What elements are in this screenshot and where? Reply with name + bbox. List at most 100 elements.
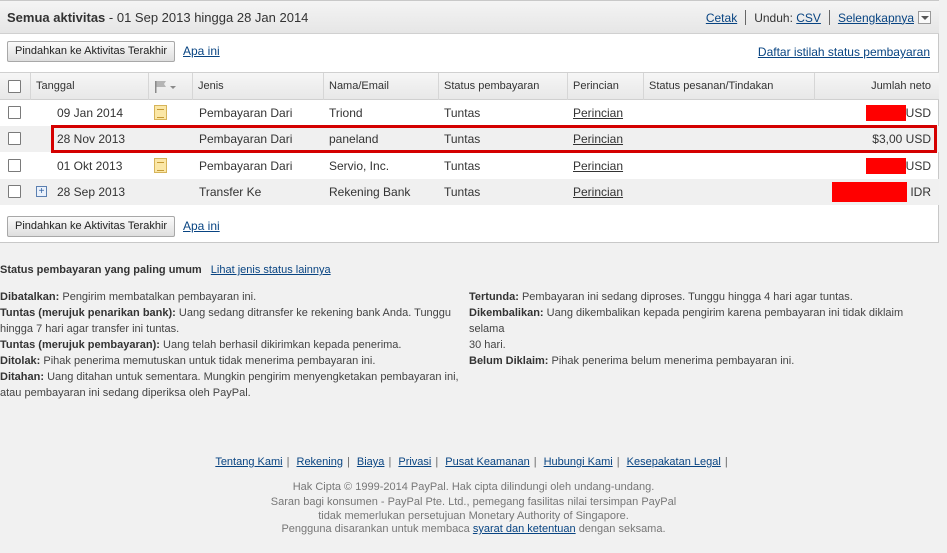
col-flag[interactable] <box>148 73 192 100</box>
row-status: Tuntas <box>444 106 481 120</box>
highlight-box <box>51 125 937 153</box>
redacted-amount <box>832 182 907 202</box>
status-term: Tuntas (merujuk penarikan bank): <box>0 307 176 319</box>
date-range: - 01 Sep 2013 hingga 28 Jan 2014 <box>108 10 309 25</box>
col-date[interactable]: Tanggal <box>30 73 148 100</box>
title-text: Semua aktivitas <box>7 10 106 25</box>
row-type: Transfer Ke <box>199 185 262 199</box>
notice-text: dengan seksama. <box>578 523 666 535</box>
status-term: Ditahan: <box>0 371 44 383</box>
row-date: 01 Okt 2013 <box>57 159 123 173</box>
status-heading: Status pembayaran yang paling umum Lihat… <box>0 264 331 276</box>
status-item: Ditahan: Uang ditahan untuk sementara. M… <box>0 369 460 401</box>
redacted-amount <box>866 158 906 174</box>
status-desc: Uang ditahan untuk sementara. Mungkin pe… <box>47 371 459 383</box>
status-desc: Pembayaran ini sedang diproses. Tunggu h… <box>521 291 853 303</box>
footer-link-contact[interactable]: Hubungi Kami <box>544 456 613 468</box>
divider: | <box>435 456 439 468</box>
footer-link-about[interactable]: Tentang Kami <box>215 456 282 468</box>
note-icon[interactable] <box>154 158 167 173</box>
status-desc: hingga 7 hari agar transfer ini tuntas. <box>0 323 180 335</box>
col-details[interactable]: Perincian <box>567 73 643 100</box>
expand-icon[interactable]: + <box>36 186 47 197</box>
divider: | <box>533 456 537 468</box>
move-to-recent-button-top[interactable]: Pindahkan ke Aktivitas Terakhir <box>7 41 176 62</box>
whats-this-link-top[interactable]: Apa ini <box>183 44 220 58</box>
row-name: Triond <box>329 106 363 120</box>
footer-link-legal[interactable]: Kesepakatan Legal <box>627 456 721 468</box>
row-details-link[interactable]: Perincian <box>573 159 623 173</box>
status-item: Tuntas (merujuk pembayaran): Uang telah … <box>0 337 460 353</box>
redacted-amount <box>866 105 906 121</box>
status-item: Dibatalkan: Pengirim membatalkan pembaya… <box>0 289 460 305</box>
row-checkbox[interactable] <box>8 132 21 145</box>
flag-icon <box>155 81 176 93</box>
details-link[interactable]: Selengkapnya <box>838 11 914 25</box>
row-type: Pembayaran Dari <box>199 106 293 120</box>
row-checkbox[interactable] <box>8 106 21 119</box>
csv-link[interactable]: CSV <box>796 11 821 25</box>
status-item: Tertunda: Pembayaran ini sedang diproses… <box>469 289 939 305</box>
status-term: Tuntas (merujuk pembayaran): <box>0 339 160 351</box>
notice-text: Pengguna disarankan untuk membaca <box>281 523 470 535</box>
row-checkbox[interactable] <box>8 185 21 198</box>
move-to-recent-button-bottom[interactable]: Pindahkan ke Aktivitas Terakhir <box>7 216 176 237</box>
page-title: Semua aktivitas - 01 Sep 2013 hingga 28 … <box>7 10 308 25</box>
footer-link-security[interactable]: Pusat Keamanan <box>445 456 529 468</box>
row-details-link[interactable]: Perincian <box>573 185 623 199</box>
table-row[interactable]: 09 Jan 2014 Pembayaran Dari Triond Tunta… <box>0 100 939 126</box>
row-status: Tuntas <box>444 185 481 199</box>
row-checkbox[interactable] <box>8 159 21 172</box>
consumer-notice-3: Pengguna disarankan untuk membaca syarat… <box>0 523 947 535</box>
divider: | <box>286 456 290 468</box>
status-left-column: Dibatalkan: Pengirim membatalkan pembaya… <box>0 289 460 401</box>
status-item: Dikembalikan: Uang dikembalikan kepada p… <box>469 305 939 353</box>
footer-link-privacy[interactable]: Privasi <box>398 456 431 468</box>
copyright: Hak Cipta © 1999-2014 PayPal. Hak cipta … <box>292 481 655 493</box>
row-details-link[interactable]: Perincian <box>573 106 623 120</box>
col-amount[interactable]: Jumlah neto <box>814 73 939 100</box>
status-term: Ditolak: <box>0 355 41 367</box>
table-row[interactable]: 01 Okt 2013 Pembayaran Dari Servio, Inc.… <box>0 153 939 179</box>
status-term: Belum Diklaim: <box>469 355 549 367</box>
whats-this-link-bottom[interactable]: Apa ini <box>183 219 220 233</box>
row-date: 28 Sep 2013 <box>57 185 126 199</box>
status-desc: Pengirim membatalkan pembayaran ini. <box>62 291 257 303</box>
status-right-column: Tertunda: Pembayaran ini sedang diproses… <box>469 289 939 369</box>
activity-panel: Semua aktivitas - 01 Sep 2013 hingga 28 … <box>0 0 939 243</box>
terms-link[interactable]: syarat dan ketentuan <box>473 523 576 535</box>
status-desc: 30 hari. <box>469 339 506 351</box>
row-status: Tuntas <box>444 159 481 173</box>
glossary-link[interactable]: Daftar istilah status pembayaran <box>758 45 930 59</box>
status-desc: Pihak penerima belum menerima pembayaran… <box>551 355 795 367</box>
chevron-down-icon[interactable] <box>918 11 931 24</box>
print-link[interactable]: Cetak <box>706 11 737 25</box>
status-term: Dibatalkan: <box>0 291 60 303</box>
col-status[interactable]: Status pembayaran <box>438 73 567 100</box>
consumer-notice-2: tidak memerlukan persetujuan Monetary Au… <box>318 510 629 522</box>
col-name[interactable]: Nama/Email <box>323 73 438 100</box>
table-row[interactable]: + 28 Sep 2013 Transfer Ke Rekening Bank … <box>0 179 939 205</box>
consumer-notice-1: Saran bagi konsumen - PayPal Pte. Ltd., … <box>270 496 677 508</box>
row-amount: IDR <box>910 185 931 199</box>
table-header: Tanggal Jenis Nama/Email Status pembayar… <box>0 72 939 100</box>
status-term: Dikembalikan: <box>469 307 544 319</box>
note-icon[interactable] <box>154 105 167 120</box>
divider <box>828 10 830 25</box>
row-type: Pembayaran Dari <box>199 159 293 173</box>
more-status-link[interactable]: Lihat jenis status lainnya <box>211 264 331 276</box>
status-item: Ditolak: Pihak penerima memutuskan untuk… <box>0 353 460 369</box>
col-type[interactable]: Jenis <box>192 73 323 100</box>
status-term: Tertunda: <box>469 291 519 303</box>
select-all-checkbox[interactable] <box>8 80 21 93</box>
col-order-status[interactable]: Status pesanan/Tindakan <box>643 73 814 100</box>
status-item: Tuntas (merujuk penarikan bank): Uang se… <box>0 305 460 337</box>
footer-link-account[interactable]: Rekening <box>297 456 343 468</box>
footer-nav: Tentang Kami | Rekening | Biaya | Privasi | … <box>0 456 947 468</box>
status-item: Belum Diklaim: Pihak penerima belum mene… <box>469 353 939 369</box>
status-desc: Pihak penerima memutuskan untuk tidak me… <box>43 355 376 367</box>
divider: | <box>388 456 392 468</box>
divider: | <box>724 456 728 468</box>
header-tools: Cetak Unduh: CSV Selengkapnya <box>706 10 931 25</box>
footer-link-fees[interactable]: Biaya <box>357 456 385 468</box>
